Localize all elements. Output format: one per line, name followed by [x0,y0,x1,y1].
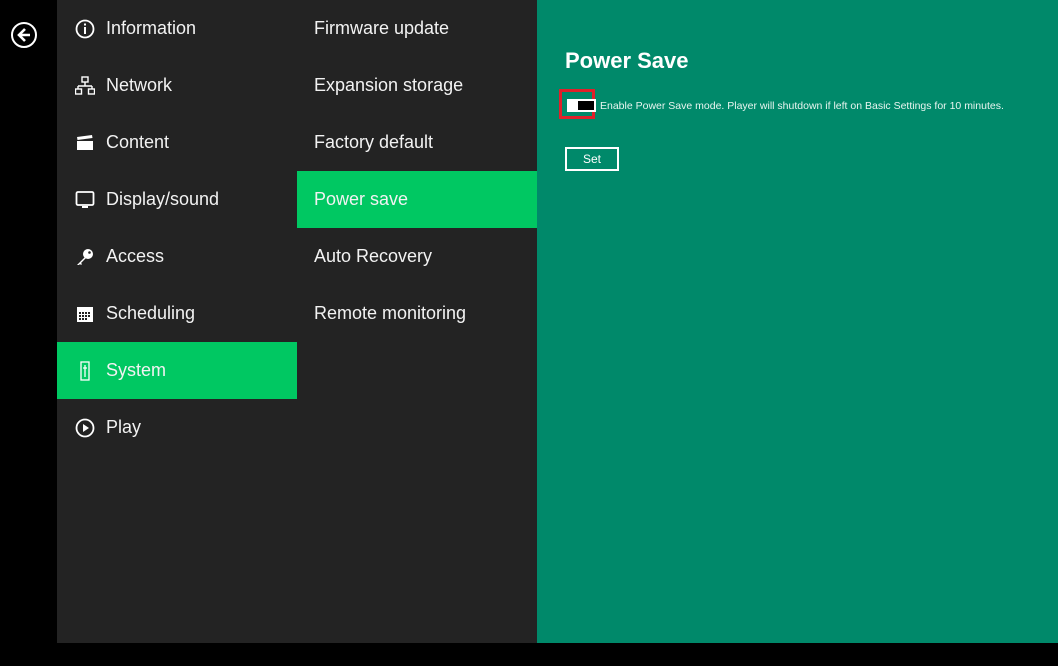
sidebar-item-label: Display/sound [106,189,220,209]
content-panel: Power Save Enable Power Save mode. Playe… [537,0,1058,643]
arrow-left-icon [17,28,30,42]
sidebar-item-label: Network [106,75,173,95]
key-icon [74,246,96,268]
submenu-item-expansion-storage[interactable]: Expansion storage [297,57,537,114]
sidebar-item-scheduling[interactable]: Scheduling [57,285,297,342]
sidebar-item-label: Content [106,132,170,152]
sidebar-item-label: Scheduling [106,303,196,323]
submenu-item-auto-recovery[interactable]: Auto Recovery [297,228,537,285]
sidebar-item-access[interactable]: Access [57,228,297,285]
sidebar-item-play[interactable]: Play [57,399,297,456]
sidebar-item-display-sound[interactable]: Display/sound [57,171,297,228]
clapperboard-icon [74,132,96,154]
sidebar-item-information[interactable]: Information [57,0,297,57]
submenu-item-firmware-update[interactable]: Firmware update [297,0,537,57]
sidebar-item-system[interactable]: System [57,342,297,399]
monitor-icon [74,189,96,211]
sidebar-item-label: System [106,360,167,380]
submenu: Firmware update Expansion storage Factor… [297,0,537,643]
sidebar-item-label: Information [106,18,197,38]
submenu-item-factory-default[interactable]: Factory default [297,114,537,171]
sidebar-item-network[interactable]: Network [57,57,297,114]
calendar-icon [74,303,96,325]
sidebar-item-label: Play [106,417,142,437]
sidebar-item-content[interactable]: Content [57,114,297,171]
power-save-description: Enable Power Save mode. Player will shut… [600,100,1004,112]
submenu-item-remote-monitoring[interactable]: Remote monitoring [297,285,537,342]
bottom-bar [57,643,1058,666]
back-button[interactable] [11,22,37,48]
network-icon [74,75,96,97]
set-button[interactable]: Set [565,147,619,171]
sidebar: Information Network Content Display/soun… [57,0,297,643]
sidebar-item-label: Access [106,246,165,266]
page-title: Power Save [565,48,689,73]
submenu-item-power-save[interactable]: Power save [297,171,537,228]
system-icon [74,360,96,382]
play-icon [74,417,96,439]
back-column [0,0,57,666]
info-icon [74,18,96,40]
